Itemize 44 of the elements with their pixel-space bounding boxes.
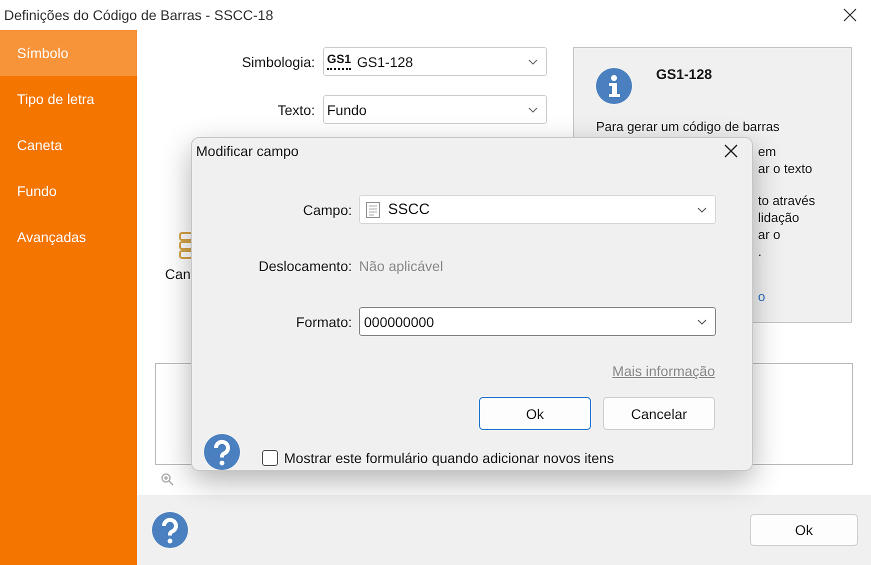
checkbox[interactable] <box>262 450 278 466</box>
info-text: to através <box>758 192 816 209</box>
field-value: Não aplicável <box>359 258 444 274</box>
dropdown-field[interactable]: 000000000 <box>359 307 716 336</box>
dropdown-value: SSCC <box>388 201 431 218</box>
dialog-title: Modificar campo <box>196 143 299 159</box>
checkbox-label: Mostrar este formulário quando adicionar novos itens <box>284 450 614 466</box>
stack-icon[interactable] <box>179 232 193 260</box>
caret-icon <box>697 206 707 212</box>
caret-icon <box>528 106 538 112</box>
info-text: . <box>758 243 763 260</box>
info-text: Para gerar um código de barras <box>596 118 780 135</box>
document-icon <box>366 202 380 218</box>
help-icon[interactable] <box>152 512 188 548</box>
dialog-button[interactable]: Cancelar <box>603 397 715 430</box>
close-icon[interactable] <box>843 8 857 22</box>
field-label: Campo: <box>302 202 353 218</box>
info-icon <box>596 68 632 104</box>
ok-button[interactable]: Ok <box>750 514 858 546</box>
info-text: em <box>758 143 778 160</box>
info-link[interactable]: o <box>758 288 766 305</box>
dropdown-field[interactable]: SSCC <box>359 195 716 224</box>
info-text: ar o <box>758 226 782 243</box>
field-label: Simbologia: <box>240 54 316 70</box>
barcode-logo: GS1 <box>327 53 352 70</box>
field-label: Deslocamento: <box>258 258 353 274</box>
dropdown-field[interactable]: Fundo <box>323 95 547 124</box>
field-label: Formato: <box>294 314 353 330</box>
zoom-in-icon[interactable] <box>161 473 174 486</box>
info-text: ar o texto <box>758 160 812 177</box>
info-title: GS1-128 <box>656 66 712 82</box>
dropdown-value: 000000000 <box>364 314 436 330</box>
caret-icon <box>528 58 538 64</box>
help-icon[interactable] <box>204 434 240 470</box>
caret-icon <box>697 318 707 324</box>
tool-label: Can <box>165 266 191 282</box>
close-icon[interactable] <box>724 144 738 158</box>
info-text: lidação <box>758 209 800 226</box>
dropdown-field[interactable]: GS1 GS1-128 <box>323 47 547 76</box>
field-label: Texto: <box>276 102 316 118</box>
dropdown-value: Fundo <box>327 102 368 118</box>
dropdown-value: GS1-128 <box>357 54 414 70</box>
window-title: Definições do Código de Barras - SSCC-18 <box>4 7 274 23</box>
dialog-button[interactable]: Ok <box>479 397 591 430</box>
